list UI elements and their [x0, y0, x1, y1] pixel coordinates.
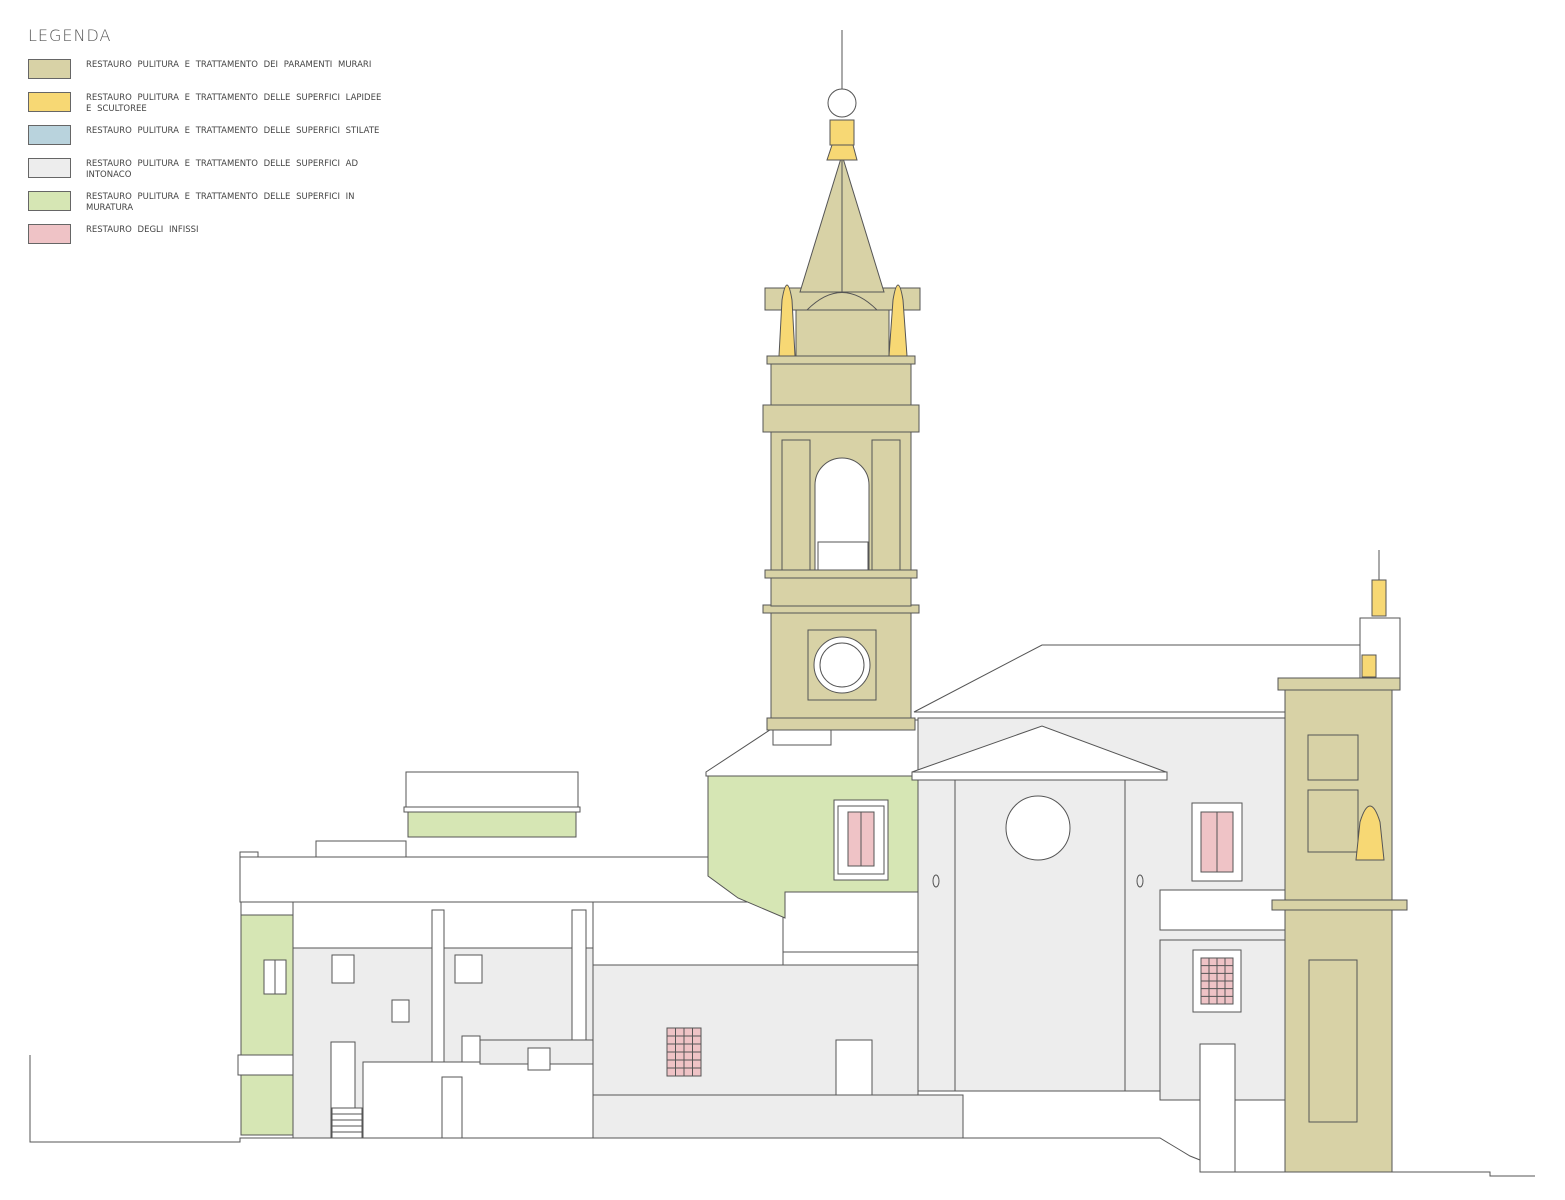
facade-pillar [1271, 550, 1408, 1173]
window-infisso [1191, 802, 1243, 882]
bell-tower [762, 30, 921, 746]
church-elevation-drawing [29, 30, 1535, 1177]
window-infisso [1192, 949, 1242, 1013]
exterior-stair [331, 1107, 363, 1139]
window-infisso [666, 1027, 702, 1077]
tower-finial [826, 30, 858, 161]
window-infisso [833, 799, 889, 881]
